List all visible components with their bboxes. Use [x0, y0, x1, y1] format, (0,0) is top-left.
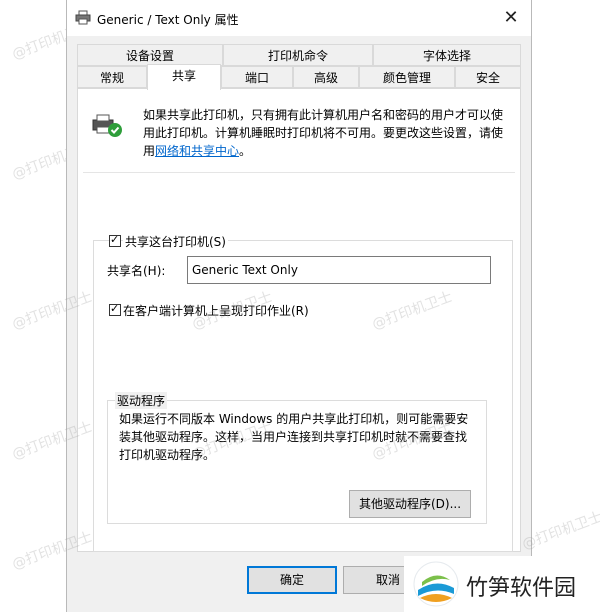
- printer-shared-icon: [91, 112, 123, 140]
- share-name-input[interactable]: Generic Text Only: [187, 256, 491, 284]
- printer-properties-dialog: Generic / Text Only 属性 ✕ 设备设置 打印机命令 字体选择…: [66, 0, 532, 612]
- drivers-description: 如果运行不同版本 Windows 的用户共享此打印机，则可能需要安装其他驱动程序…: [119, 412, 469, 462]
- tab-advanced[interactable]: 高级: [293, 66, 359, 88]
- printer-icon: [75, 10, 91, 26]
- render-jobs-label: 在客户端计算机上呈现打印作业(R): [123, 304, 309, 318]
- brand-emblem-icon: [412, 560, 460, 608]
- site-brand-logo: 竹笋软件园: [404, 556, 600, 612]
- tab-printer-commands[interactable]: 打印机命令: [223, 44, 373, 66]
- ok-button[interactable]: 确定: [247, 566, 337, 594]
- info-suffix: 。: [239, 144, 252, 158]
- share-name-label: 共享名(H):: [107, 264, 166, 278]
- network-sharing-center-link[interactable]: 网络和共享中心: [155, 144, 239, 158]
- title-bar: Generic / Text Only 属性 ✕: [67, 0, 531, 36]
- window-title: Generic / Text Only 属性: [97, 13, 239, 27]
- sharing-info-text: 如果共享此打印机，只有拥有此计算机用户名和密码的用户才可以使用此打印机。计算机睡…: [143, 106, 513, 160]
- tab-color-management[interactable]: 颜色管理: [359, 66, 455, 88]
- additional-drivers-button[interactable]: 其他驱动程序(D)...: [349, 490, 471, 518]
- separator: [83, 172, 515, 173]
- tab-ports[interactable]: 端口: [221, 66, 293, 88]
- tab-font-selection[interactable]: 字体选择: [373, 44, 521, 66]
- tab-device-settings[interactable]: 设备设置: [77, 44, 223, 66]
- close-icon[interactable]: ✕: [499, 6, 523, 30]
- drivers-legend: 驱动程序: [115, 392, 168, 409]
- tab-sharing[interactable]: 共享: [147, 64, 221, 90]
- tab-general[interactable]: 常规: [77, 66, 147, 88]
- render-jobs-checkbox[interactable]: [109, 302, 121, 316]
- brand-name: 竹笋软件园: [466, 576, 577, 601]
- tab-security[interactable]: 安全: [455, 66, 521, 88]
- share-printer-label: 共享这台打印机(S): [123, 233, 228, 250]
- share-printer-checkbox[interactable]: [109, 233, 121, 247]
